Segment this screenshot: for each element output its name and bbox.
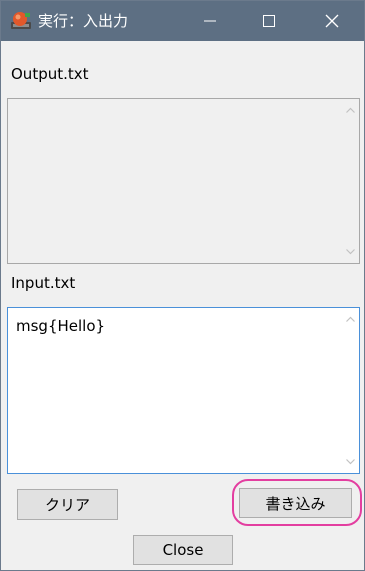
scroll-down-icon[interactable] xyxy=(345,246,356,257)
close-window-button[interactable] xyxy=(309,1,355,41)
maximize-icon xyxy=(263,15,275,27)
input-scrollbar[interactable] xyxy=(342,308,359,473)
output-label: Output.txt xyxy=(11,65,89,83)
input-label: Input.txt xyxy=(11,274,76,292)
scroll-up-icon[interactable] xyxy=(345,314,356,325)
clear-button[interactable]: クリア xyxy=(17,489,118,520)
scroll-up-icon[interactable] xyxy=(345,105,356,116)
maximize-button[interactable] xyxy=(246,1,292,41)
input-content: msg{Hello} xyxy=(16,317,106,335)
minimize-icon xyxy=(204,20,216,22)
close-icon xyxy=(325,14,339,28)
minimize-button[interactable] xyxy=(187,1,233,41)
app-icon xyxy=(10,11,32,31)
title-bar[interactable]: 実行：入出力 xyxy=(1,1,364,41)
output-textarea[interactable] xyxy=(7,98,360,264)
close-button[interactable]: Close xyxy=(133,535,233,565)
write-button[interactable]: 書き込み xyxy=(239,488,352,518)
scroll-down-icon[interactable] xyxy=(345,456,356,467)
app-window: 実行：入出力 Output.txt Input.txt msg{Hello} ク… xyxy=(0,0,365,571)
input-textarea[interactable]: msg{Hello} xyxy=(7,307,360,474)
output-scrollbar[interactable] xyxy=(342,99,359,263)
window-title: 実行：入出力 xyxy=(38,12,129,30)
